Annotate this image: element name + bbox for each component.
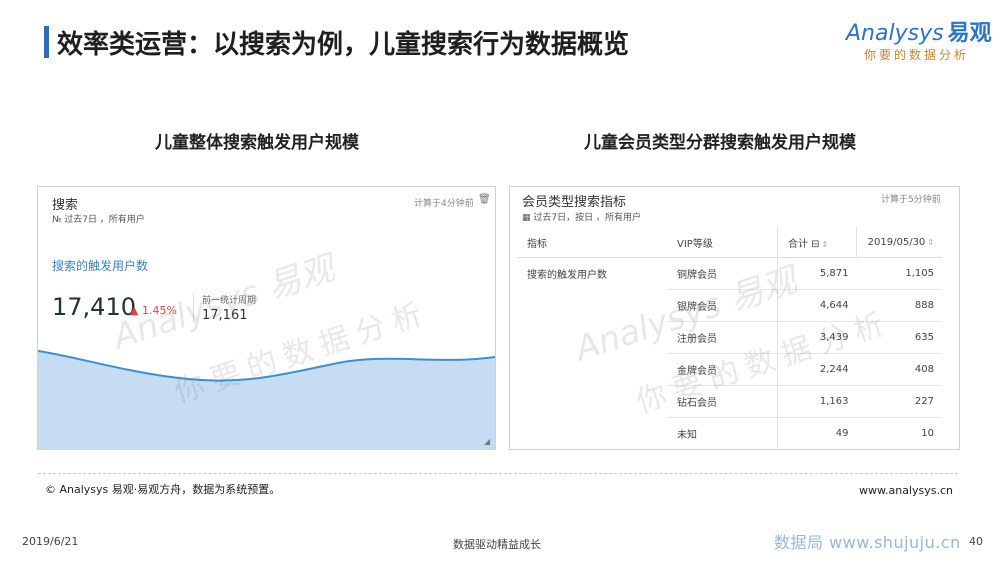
metric-change: ▲ 1.45% [130,304,177,317]
search-metric-panel: 搜索 № 过去7日 ，所有用户 计算于4分钟前 🗑 搜索的触发用户数 17,41… [37,186,496,450]
slide: { "header": { "title": "效率类运营：以搜索为例，儿童搜索… [0,0,1000,563]
col-date-label: 2019/05/30 [867,236,926,248]
total-cell: 1,163 [777,385,857,418]
table-row: 钻石会员 1,163 227 [517,385,942,418]
col-metric: 指标 [517,227,667,258]
vip-level-cell: 钻石会员 [667,385,778,418]
copyright-note: © Analysys 易观·易观方舟，数据为系统预置。 [45,483,281,496]
total-cell: 4,644 [777,289,857,322]
panel-title: 会员类型搜索指标 [522,195,627,210]
panel-subtitle: ▦ 过去7日，按日 ，所有用户 [522,213,641,223]
vip-table: 指标 VIP等级 合计 ⊟ ⇕ 2019/05/30 ⇕ 搜索的触发用户数 铜牌会员… [517,227,942,449]
trash-icon[interactable]: 🗑 [478,194,491,205]
logo-cn: 易观 [947,21,992,46]
trend-area-chart [38,350,495,449]
table-row: 银牌会员 4,644 888 [517,289,942,322]
panel-title: 搜索 [52,198,79,213]
vip-level-cell: 未知 [667,417,778,449]
table-row: 金牌会员 2,244 408 [517,353,942,386]
total-cell: 49 [777,417,857,449]
panel-subtitle: № 过去7日 ，所有用户 [52,215,145,225]
site-watermark: 数据局 www.shujuju.cn [774,533,961,552]
col-date[interactable]: 2019/05/30 ⇕ [856,227,942,258]
col-total[interactable]: 合计 ⊟ ⇕ [777,227,857,258]
page-number: 40 [969,535,983,548]
total-cell: 2,244 [777,353,857,386]
calc-time: 计算于5分钟前 [881,195,941,205]
metric-label[interactable]: 搜索的触发用户数 [52,257,148,274]
slide-slogan: 数据驱动精益成长 [453,538,541,551]
sort-icon[interactable]: ⇕ [822,240,829,249]
vip-level-cell: 铜牌会员 [667,257,778,290]
col-total-label: 合计 ⊟ [788,238,820,250]
metric-value: 17,410 [52,293,136,321]
previous-period-label: 前一统计周期 [202,296,257,306]
logo-tagline: 你要的数据分析 [864,48,970,62]
page-title: 效率类运营：以搜索为例，儿童搜索行为数据概览 [57,30,630,60]
slide-date: 2019/6/21 [22,535,79,548]
total-cell: 5,871 [777,257,857,290]
resize-handle-icon[interactable]: ◢ [484,437,490,446]
metric-name-cell: 搜索的触发用户数 [527,270,607,282]
day-cell: 1,105 [856,257,942,290]
day-cell: 227 [856,385,942,418]
footer-url[interactable]: www.analysys.cn [859,484,953,497]
vip-search-table-panel: 会员类型搜索指标 ▦ 过去7日，按日 ，所有用户 计算于5分钟前 指标 VIP等… [509,186,960,450]
logo-brand: Analysys [846,21,944,46]
vip-level-cell: 注册会员 [667,321,778,354]
total-cell: 3,439 [777,321,857,354]
previous-period-value: 17,161 [202,308,248,323]
right-section-title: 儿童会员类型分群搜索触发用户规模 [584,133,856,153]
table-header-row: 指标 VIP等级 合计 ⊟ ⇕ 2019/05/30 ⇕ [517,227,942,258]
col-vip-level: VIP等级 [667,227,778,258]
table-row: 注册会员 3,439 635 [517,321,942,354]
day-cell: 10 [856,417,942,449]
left-section-title: 儿童整体搜索触发用户规模 [155,133,359,153]
footer-divider [38,473,958,474]
day-cell: 888 [856,289,942,322]
day-cell: 408 [856,353,942,386]
table-row: 搜索的触发用户数 铜牌会员 5,871 1,105 [517,257,942,290]
day-cell: 635 [856,321,942,354]
title-accent-bar [44,26,49,58]
vip-level-cell: 银牌会员 [667,289,778,322]
calc-time: 计算于4分钟前 [414,199,474,209]
sort-icon[interactable]: ⇕ [927,238,934,247]
previous-period-block: 前一统计周期 17,161 [193,293,256,323]
brand-logo: Analysys 易观 [846,15,992,47]
vip-level-cell: 金牌会员 [667,353,778,386]
table-row: 未知 49 10 [517,417,942,449]
